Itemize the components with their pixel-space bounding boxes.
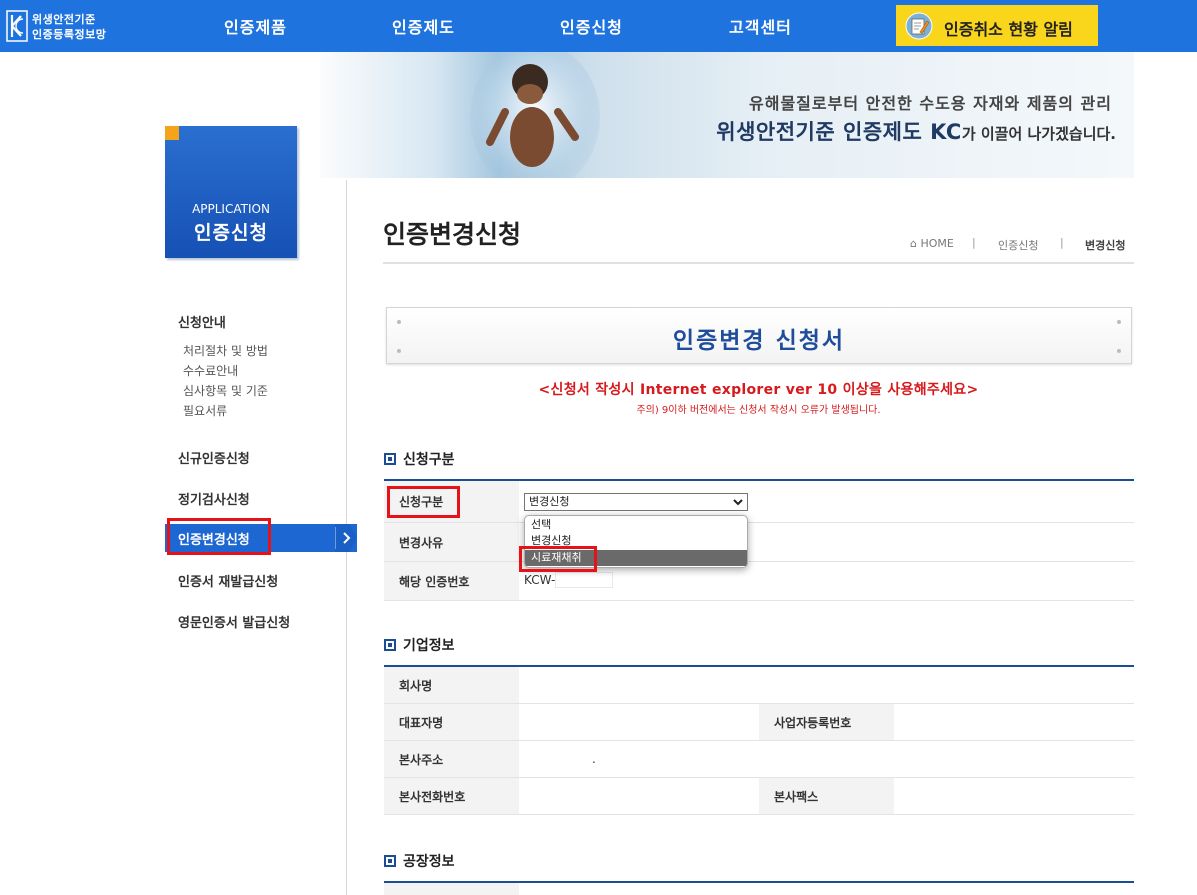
page-title: 인증변경신청 [383, 220, 522, 249]
memo-pencil-icon [905, 12, 933, 40]
banner-slogan-tail: 가 이끌어 나가겠습니다. [961, 125, 1116, 143]
select-value: 변경신청 [529, 495, 570, 508]
site-logo[interactable]: 위생안전기준 인증등록정보망 [6, 8, 136, 44]
sidebar-item-change-application[interactable]: 인증변경신청 [165, 524, 357, 552]
label-fax: 본사팩스 [759, 778, 894, 814]
chevron-down-icon [733, 499, 743, 506]
sidebar-group-guide[interactable]: 신청안내 [178, 312, 226, 331]
browser-warning: <신청서 작성시 Internet explorer ver 10 이상을 사용… [538, 382, 979, 398]
cert-number-input[interactable] [555, 572, 613, 588]
dropdown-option-resampling[interactable]: 시료재채취 [525, 550, 747, 566]
label-company-name: 회사명 [384, 667, 519, 703]
section-header-korean: 인증신청 [194, 222, 268, 244]
section-header-box: APPLICATION 인증신청 [165, 126, 297, 258]
nav-item-products[interactable]: 인증제품 [224, 14, 287, 38]
hero-banner: 유해물질로부터 안전한 수도용 자재와 제품의 관리 위생안전기준 인증제도 K… [320, 52, 1134, 178]
chevron-right-icon [335, 524, 357, 552]
kc-logo-icon [6, 10, 28, 42]
title-divider [383, 262, 1134, 264]
application-type-select[interactable]: 변경신청 [524, 493, 748, 511]
sidebar-item-english-certificate[interactable]: 영문인증서 발급신청 [178, 612, 290, 631]
table-row-factory [384, 883, 1134, 895]
sidebar-item-label: 인증변경신청 [178, 533, 250, 548]
breadcrumb-separator: | [972, 236, 976, 249]
section-title-label: 신청구분 [403, 452, 455, 468]
label-address: 본사주소 [384, 741, 519, 777]
address-value: . [592, 752, 596, 766]
square-bullet-icon [384, 639, 396, 651]
breadcrumb-current: 변경신청 [1085, 239, 1126, 252]
dropdown-option-select[interactable]: 선택 [525, 517, 747, 533]
table-row-company-name: 회사명 [384, 667, 1134, 704]
sidebar-item-new-certification[interactable]: 신규인증신청 [178, 448, 250, 467]
section-header-english: APPLICATION [192, 202, 270, 216]
breadcrumb-home[interactable]: ⌂ HOME [910, 237, 954, 250]
nav-item-customer-center[interactable]: 고객센터 [729, 14, 792, 38]
application-type-dropdown: 선택 변경신청 시료재채취 [524, 515, 748, 568]
browser-warning-note: 주의) 9이하 버전에서는 신청서 작성시 오류가 발생됩니다. [636, 405, 881, 416]
section-title-application: 신청구분 [384, 449, 455, 469]
orange-corner-accent [165, 126, 179, 140]
logo-title: 위생안전기준 [32, 13, 96, 26]
table-row-cert-number: 해당 인증번호 [384, 562, 1134, 601]
label-business-number: 사업자등록번호 [759, 704, 894, 740]
section-title-label: 공장정보 [403, 854, 455, 870]
table-row-address: 본사주소 . [384, 741, 1134, 778]
alert-label: 인증취소 현황 알림 [944, 20, 1073, 39]
label-factory [384, 883, 519, 895]
nav-item-system[interactable]: 인증제도 [392, 14, 455, 38]
banner-headline: 유해물질로부터 안전한 수도용 자재와 제품의 관리 [749, 94, 1112, 113]
label-application-type: 신청구분 [384, 481, 519, 522]
table-row-change-reason: 변경사유 [384, 523, 1134, 562]
breadcrumb-separator: | [1060, 236, 1064, 249]
sidebar-item-regular-inspection[interactable]: 정기검사신청 [178, 489, 250, 508]
square-bullet-icon [384, 453, 396, 465]
sidebar-subitem-fees[interactable]: 수수료안내 [183, 362, 238, 379]
dropdown-option-change[interactable]: 변경신청 [525, 533, 747, 549]
table-row-contact: 본사전화번호 본사팩스 [384, 778, 1134, 815]
section-title-factory: 공장정보 [384, 851, 455, 871]
nav-item-application[interactable]: 인증신청 [560, 14, 623, 38]
table-row-ceo: 대표자명 사업자등록번호 [384, 704, 1134, 741]
section-title-label: 기업정보 [403, 638, 455, 654]
banner-slogan-main: 위생안전기준 인증제도 KC [716, 120, 962, 144]
label-ceo-name: 대표자명 [384, 704, 519, 740]
cancellation-alert-button[interactable]: 인증취소 현황 알림 [896, 5, 1098, 46]
square-bullet-icon [384, 855, 396, 867]
cert-number-prefix: KCW- [524, 573, 556, 587]
banner-slogan: 위생안전기준 인증제도 KC가 이끌어 나가겠습니다. [716, 116, 1116, 146]
child-splash-image [470, 52, 600, 178]
sidebar-item-reissue[interactable]: 인증서 재발급신청 [178, 571, 278, 590]
form-title: 인증변경 신청서 [672, 328, 846, 354]
section-title-company: 기업정보 [384, 635, 455, 655]
form-title-banner: 인증변경 신청서 [386, 307, 1132, 364]
breadcrumb-home-label: HOME [920, 237, 954, 250]
home-icon: ⌂ [910, 237, 917, 250]
breadcrumb-application[interactable]: 인증신청 [998, 237, 1038, 253]
label-change-reason: 변경사유 [384, 523, 519, 561]
top-navigation-bar: 위생안전기준 인증등록정보망 인증제품 인증제도 인증신청 고객센터 인증취소 … [0, 0, 1197, 52]
label-cert-number: 해당 인증번호 [384, 562, 519, 600]
sidebar-subitem-procedure[interactable]: 처리절차 및 방법 [183, 342, 268, 359]
label-phone: 본사전화번호 [384, 778, 519, 814]
logo-subtitle: 인증등록정보망 [32, 28, 107, 41]
table-row-application-type: 신청구분 [384, 481, 1134, 523]
